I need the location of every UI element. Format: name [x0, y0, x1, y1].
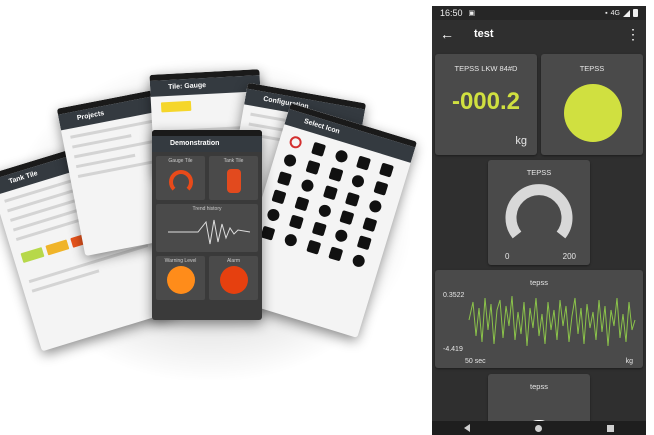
demo-gauge-tile: Gauge Tile: [156, 156, 205, 200]
system-nav-bar: [432, 421, 646, 435]
gauge-tile[interactable]: TEPSS 0 200: [488, 160, 590, 265]
trend-ymin: -4.419: [443, 346, 463, 353]
indicator-tile[interactable]: TEPSS: [541, 54, 643, 155]
nav-recents-icon[interactable]: [606, 424, 614, 432]
phone-screen: 16:50 ▣ ▪ 4G ← test ⋮ TEPSS LKW 84#D -00…: [432, 6, 646, 435]
trend-unit: kg: [625, 358, 633, 365]
weight-unit: kg: [515, 135, 527, 147]
back-arrow-icon[interactable]: ←: [440, 26, 460, 42]
trend-line: [468, 295, 636, 347]
gauge-arc: [505, 184, 573, 239]
demo-trend-tile: Trend history: [156, 204, 258, 252]
network-label: 4G: [610, 9, 620, 17]
tile-title: tepss: [530, 382, 548, 391]
more-vert-icon[interactable]: ⋮: [626, 27, 640, 41]
trend-xlabel: 50 sec: [465, 358, 486, 365]
screen-demonstration: Demonstration Gauge Tile Tank Tile Trend…: [152, 130, 262, 320]
status-bar: 16:50 ▣ ▪ 4G: [432, 6, 646, 20]
screen-title: Demonstration: [152, 136, 262, 152]
signal-icon: [623, 9, 630, 17]
trend-tile[interactable]: tepss 0.3522 -4.419 50 sec kg: [435, 270, 643, 368]
trend-ymax: 0.3522: [443, 292, 465, 299]
gauge-max: 200: [562, 252, 576, 261]
nav-home-icon[interactable]: [534, 424, 542, 432]
gauge-min: 0: [505, 252, 510, 261]
indicator-circle: [564, 84, 622, 142]
tile-title: tepss: [530, 278, 548, 287]
demo-alarm-tile: Alarm: [209, 256, 258, 300]
demo-tank-tile: Tank Tile: [209, 156, 258, 200]
app-bar: ← test ⋮: [432, 20, 646, 48]
battery-icon: [633, 9, 638, 17]
tile-title: TEPSS: [526, 168, 552, 177]
tile-title: TEPSS: [579, 64, 605, 73]
nfc-icon: ▪: [605, 9, 608, 17]
page-title: test: [474, 28, 494, 40]
demo-warning-tile: Warning Level: [156, 256, 205, 300]
tile-title: TEPSS LKW 84#D: [454, 64, 518, 73]
demo-trend-line: [168, 219, 251, 245]
weight-value: -000.2: [451, 88, 521, 115]
weight-tile[interactable]: TEPSS LKW 84#D -000.2 kg: [435, 54, 537, 155]
promo-collage: Tank Tile Projects Tile: Gauge Configura…: [0, 0, 420, 435]
nav-back-icon[interactable]: [464, 424, 471, 432]
status-time: 16:50: [440, 8, 463, 18]
notification-icon: ▣: [468, 10, 476, 17]
